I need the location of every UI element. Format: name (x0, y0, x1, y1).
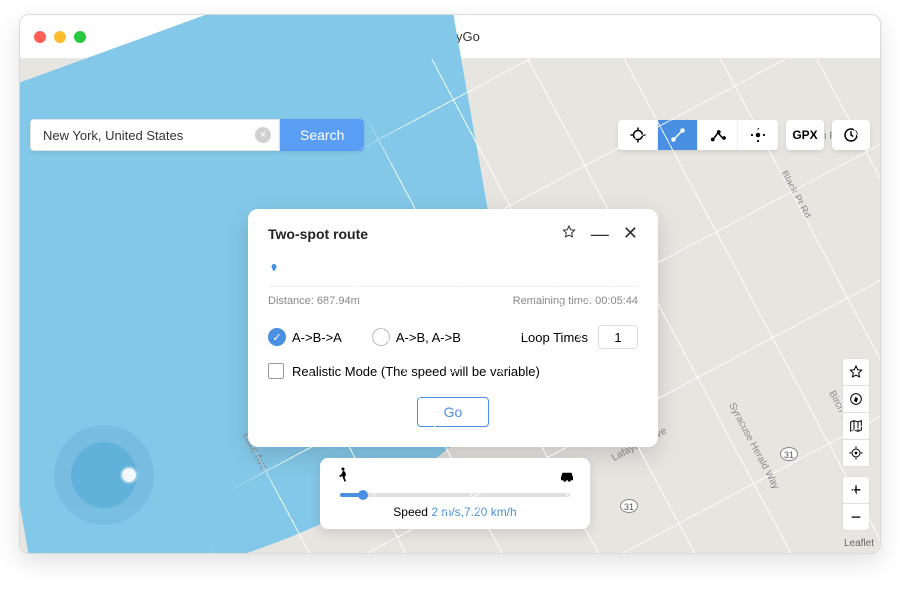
multi-spot-icon (709, 126, 727, 144)
map-attribution: Leaflet (844, 538, 874, 549)
jump-icon (749, 126, 767, 144)
realistic-mode-label: Realistic Mode (The speed will be variab… (292, 364, 540, 379)
star-icon (848, 364, 864, 380)
map-side-tools (842, 359, 870, 467)
multi-spot-mode-button[interactable] (698, 120, 738, 150)
compass-icon (848, 391, 864, 407)
loop-times-label: Loop Times (521, 330, 588, 345)
route-start-marker (268, 262, 638, 280)
gpx-button[interactable]: GPX (786, 120, 824, 150)
mode-button-group (618, 120, 778, 150)
two-spot-icon (669, 126, 687, 144)
radio-label: A->B->A (292, 330, 342, 345)
fullscreen-window-button[interactable] (74, 31, 86, 43)
favorites-tool[interactable] (842, 358, 870, 386)
remaining-time-label: Remaining time: 00:05:44 (513, 295, 638, 307)
speed-label: Speed (393, 505, 428, 519)
realistic-mode-checkbox[interactable] (268, 363, 284, 379)
loop-times-input[interactable] (598, 325, 638, 349)
dialog-title: Two-spot route (268, 226, 368, 242)
locate-icon (848, 445, 864, 461)
favorite-button[interactable] (561, 224, 577, 243)
app-window: AnyGo Wilson Point Black Pt Rd Lake Ave … (19, 14, 881, 554)
zoom-out-button[interactable]: − (842, 503, 870, 531)
search-input-wrap: × (30, 119, 280, 151)
route-mode-abab-radio[interactable]: A->B, A->B (372, 328, 461, 346)
two-spot-route-panel: Two-spot route — ✕ Distance: 687.94m Rem… (248, 209, 658, 447)
map-canvas[interactable]: Wilson Point Black Pt Rd Lake Ave Larkin… (20, 59, 880, 553)
radio-checked-icon (268, 328, 286, 346)
route-badge: 31 (620, 499, 638, 513)
walk-icon (334, 466, 352, 489)
compass-tool[interactable] (842, 385, 870, 413)
radio-unchecked-icon (372, 328, 390, 346)
window-controls (34, 31, 86, 43)
zoom-controls: + − (842, 477, 870, 531)
search-button[interactable]: Search (280, 119, 364, 151)
search-input[interactable] (43, 128, 255, 143)
two-spot-mode-button[interactable] (658, 120, 698, 150)
map-type-tool[interactable] (842, 412, 870, 440)
speed-panel: Speed 2 m/s,7.20 km/h (320, 458, 590, 529)
car-icon (558, 466, 576, 489)
speed-slider[interactable] (340, 493, 570, 497)
go-button[interactable]: Go (417, 397, 490, 427)
jump-teleport-mode-button[interactable] (738, 120, 778, 150)
minimize-window-button[interactable] (54, 31, 66, 43)
zoom-in-button[interactable]: + (842, 476, 870, 504)
distance-label: Distance: 687.94m (268, 295, 360, 307)
radio-label: A->B, A->B (396, 330, 461, 345)
virtual-joystick[interactable] (54, 425, 154, 525)
clear-search-icon[interactable]: × (255, 127, 271, 143)
close-dialog-button[interactable]: ✕ (623, 223, 638, 244)
crosshair-icon (629, 126, 647, 144)
minimize-dialog-button[interactable]: — (591, 230, 609, 238)
joystick-handle[interactable] (122, 468, 136, 482)
close-window-button[interactable] (34, 31, 46, 43)
pin-icon (268, 263, 280, 275)
map-icon (848, 418, 864, 434)
speed-value: 2 m/s,7.20 km/h (431, 505, 516, 519)
route-mode-aba-radio[interactable]: A->B->A (268, 328, 342, 346)
route-badge: 31 (780, 447, 798, 461)
top-toolbar: × Search GPX (30, 115, 870, 155)
locate-tool[interactable] (842, 439, 870, 467)
map-label: Syracuse Herald Way (726, 401, 781, 491)
star-icon (561, 224, 577, 240)
history-button[interactable] (832, 120, 870, 150)
teleport-mode-button[interactable] (618, 120, 658, 150)
clock-icon (842, 126, 860, 144)
map-label: Black Pt Rd (778, 169, 812, 220)
slider-thumb[interactable] (358, 490, 368, 500)
